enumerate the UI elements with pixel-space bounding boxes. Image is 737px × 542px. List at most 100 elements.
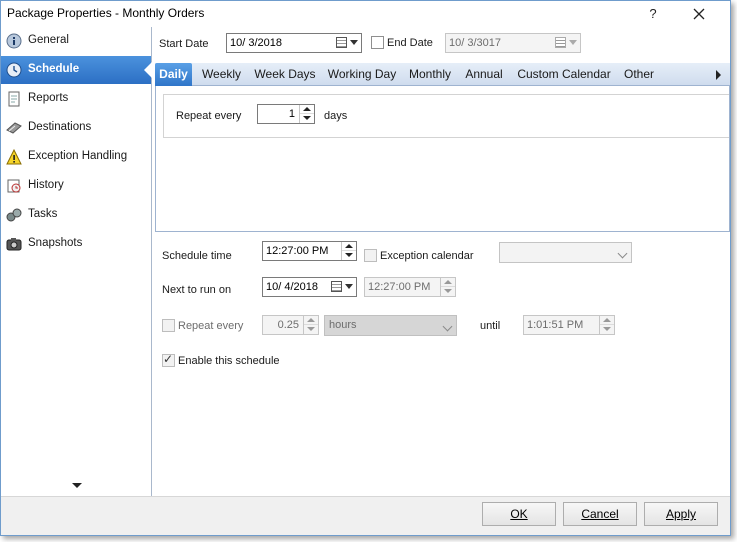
exception-calendar-label: Exception calendar <box>380 250 474 262</box>
tab-working-day[interactable]: Working Day <box>327 63 397 86</box>
stepper-down-icon[interactable] <box>441 287 455 296</box>
next-run-label: Next to run on <box>162 284 232 296</box>
sidebar-item-label: Reports <box>28 92 69 104</box>
start-date-calendar-button[interactable] <box>336 36 358 50</box>
sidebar-item-reports[interactable]: Reports <box>1 85 151 113</box>
clock-icon <box>6 62 22 78</box>
end-date-label: End Date <box>387 37 433 49</box>
tab-custom-calendar[interactable]: Custom Calendar <box>516 63 612 86</box>
repeat-interval-value: 0.25 <box>277 319 299 331</box>
sidebar-item-label: Tasks <box>28 208 58 220</box>
sidebar-item-schedule[interactable]: Schedule <box>1 56 152 84</box>
sidebar-item-history[interactable]: History <box>1 172 151 200</box>
stepper-buttons[interactable] <box>303 316 318 334</box>
cancel-button[interactable]: Cancel <box>563 502 637 526</box>
stepper-down-icon[interactable] <box>300 114 314 123</box>
enable-schedule-label: Enable this schedule <box>178 355 280 367</box>
close-button[interactable] <box>677 1 721 27</box>
ok-button[interactable]: OK <box>482 502 556 526</box>
stepper-up-icon[interactable] <box>600 316 614 325</box>
tab-weekly[interactable]: Weekly <box>199 63 244 86</box>
start-date-picker[interactable]: 10/ 3/2018 <box>226 33 362 53</box>
repeat-unit-select[interactable]: hours <box>324 315 457 336</box>
schedule-time-field[interactable]: 12:27:00 PM <box>262 241 357 261</box>
chevron-down-icon <box>617 248 628 259</box>
next-run-date-picker[interactable]: 10/ 4/2018 <box>262 277 357 297</box>
window-title: Package Properties - Monthly Orders <box>7 6 205 20</box>
tab-daily[interactable]: Daily <box>155 63 192 86</box>
exception-calendar-checkbox[interactable] <box>364 249 377 262</box>
end-date-calendar-button[interactable] <box>555 36 577 50</box>
sidebar-item-general[interactable]: General <box>1 27 151 55</box>
package-properties-dialog: Package Properties - Monthly Orders ? Ge… <box>0 0 731 536</box>
tab-annual[interactable]: Annual <box>463 63 505 86</box>
sidebar-item-label: Exception Handling <box>28 150 128 162</box>
stepper-down-icon[interactable] <box>342 251 356 260</box>
until-label: until <box>480 320 501 332</box>
until-time-field[interactable]: 1:01:51 PM <box>523 315 615 335</box>
chevron-down-icon <box>350 40 358 45</box>
tab-scroll-right-icon[interactable] <box>716 70 721 80</box>
stepper-up-icon[interactable] <box>342 242 356 251</box>
sidebar-item-label: Schedule <box>28 63 80 75</box>
schedule-panel: Start Date 10/ 3/2018 End Date 10/ 3/301… <box>152 27 730 496</box>
stepper-buttons[interactable] <box>599 316 614 334</box>
sidebar-item-exception-handling[interactable]: Exception Handling <box>1 143 151 171</box>
next-run-time-field[interactable]: 12:27:00 PM <box>364 277 456 297</box>
repeat-interval-stepper[interactable]: 0.25 <box>262 315 319 335</box>
history-icon <box>7 179 21 193</box>
daily-tab-panel: Repeat every 1 days <box>155 86 730 232</box>
sidebar-item-label: General <box>28 34 69 46</box>
schedule-time-value: 12:27:00 PM <box>266 245 329 257</box>
end-date-value: 10/ 3/3017 <box>449 37 501 49</box>
schedule-time-label: Schedule time <box>162 250 232 262</box>
tab-monthly[interactable]: Monthly <box>408 63 452 86</box>
next-run-time-value: 12:27:00 PM <box>368 281 431 293</box>
end-date-picker[interactable]: 10/ 3/3017 <box>445 33 581 53</box>
until-time-value: 1:01:51 PM <box>527 319 584 331</box>
repeat-every-label: Repeat every <box>176 110 242 122</box>
repeat-unit-value: hours <box>329 319 357 331</box>
calendar-icon <box>336 37 347 48</box>
sidebar-item-snapshots[interactable]: Snapshots <box>1 230 151 258</box>
sidebar-item-tasks[interactable]: Tasks <box>1 201 151 229</box>
stepper-up-icon[interactable] <box>300 105 314 114</box>
next-run-calendar-button[interactable] <box>331 280 353 294</box>
stepper-up-icon[interactable] <box>304 316 318 325</box>
dialog-footer: OK Cancel Apply <box>1 496 730 535</box>
calendar-icon <box>331 281 342 292</box>
apply-button[interactable]: Apply <box>644 502 718 526</box>
chevron-down-icon <box>569 40 577 45</box>
enable-schedule-checkbox[interactable] <box>162 352 175 367</box>
stepper-up-icon[interactable] <box>441 278 455 287</box>
chevron-down-icon <box>442 321 453 332</box>
camera-icon <box>6 238 22 251</box>
tasks-icon <box>6 208 22 222</box>
ok-button-label: OK <box>510 507 528 521</box>
exception-calendar-select[interactable] <box>499 242 632 263</box>
stepper-buttons[interactable] <box>440 278 455 296</box>
sidebar-item-destinations[interactable]: Destinations <box>1 114 151 142</box>
tab-other[interactable]: Other <box>621 63 657 86</box>
next-run-date-value: 10/ 4/2018 <box>266 281 318 293</box>
stepper-down-icon[interactable] <box>304 325 318 334</box>
calendar-icon <box>555 37 566 48</box>
help-button[interactable]: ? <box>631 1 675 27</box>
apply-button-label: Apply <box>665 507 697 521</box>
stepper-buttons[interactable] <box>299 105 314 123</box>
end-date-checkbox[interactable] <box>371 36 384 49</box>
close-icon <box>693 8 705 20</box>
tab-week-days[interactable]: Week Days <box>253 63 317 86</box>
stepper-down-icon[interactable] <box>600 325 614 334</box>
cancel-button-label: Cancel <box>581 507 619 521</box>
days-unit-label: days <box>324 110 348 122</box>
info-icon <box>6 33 22 49</box>
repeat-every-interval-label: Repeat every <box>178 320 244 332</box>
repeat-every-checkbox[interactable] <box>162 319 175 332</box>
sidebar-item-label: Destinations <box>28 121 92 133</box>
report-icon <box>8 91 20 107</box>
stepper-buttons[interactable] <box>341 242 356 260</box>
sidebar-item-label: History <box>28 179 64 191</box>
sidebar-scroll-down-icon[interactable] <box>72 483 82 488</box>
repeat-every-days-stepper[interactable]: 1 <box>257 104 315 124</box>
